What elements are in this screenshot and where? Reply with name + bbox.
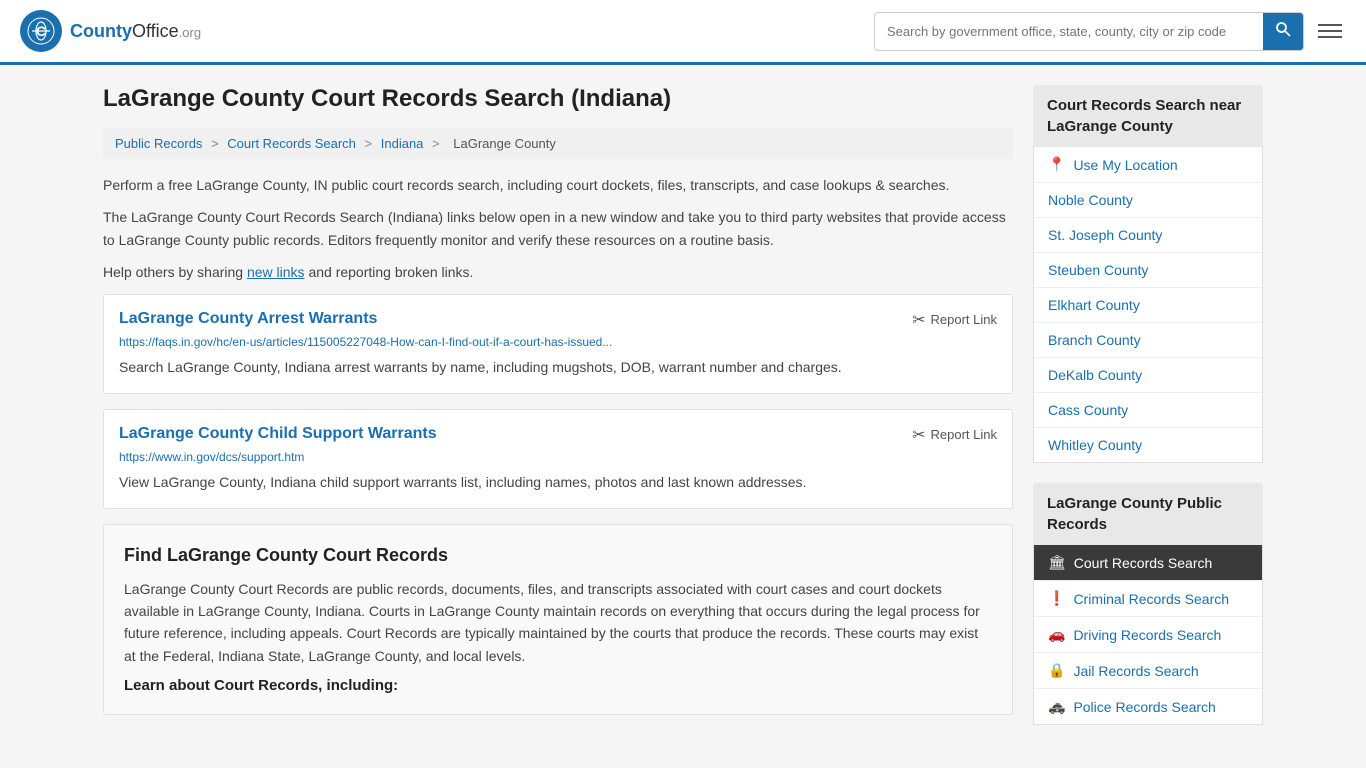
- intro-paragraph-3: Help others by sharing new links and rep…: [103, 261, 1013, 283]
- intro-paragraph-1: Perform a free LaGrange County, IN publi…: [103, 174, 1013, 196]
- public-records-section: LaGrange County Public Records 🏛 Court R…: [1033, 483, 1263, 725]
- breadcrumb-court-records-search[interactable]: Court Records Search: [227, 136, 356, 151]
- site-header: C CountyOffice.org: [0, 0, 1366, 65]
- breadcrumb-lagrange-county: LaGrange County: [453, 136, 556, 151]
- police-icon: 🚓: [1048, 698, 1065, 715]
- nearby-county-whitley[interactable]: Whitley County: [1034, 428, 1262, 462]
- pub-rec-criminal[interactable]: ❗ Criminal Records Search: [1034, 581, 1262, 617]
- location-icon: 📍: [1048, 156, 1065, 173]
- learn-heading: Learn about Court Records, including:: [124, 677, 992, 694]
- use-location-link[interactable]: Use My Location: [1073, 157, 1177, 173]
- public-records-heading: LaGrange County Public Records: [1033, 483, 1263, 545]
- jail-records-link[interactable]: Jail Records Search: [1073, 663, 1198, 679]
- driving-icon: 🚗: [1048, 626, 1065, 643]
- record-item-2: LaGrange County Child Support Warrants ✂…: [103, 409, 1013, 509]
- record-url-1: https://faqs.in.gov/hc/en-us/articles/11…: [119, 335, 997, 349]
- court-icon: 🏛: [1048, 554, 1066, 571]
- nearby-county-cass[interactable]: Cass County: [1034, 393, 1262, 428]
- cass-county-link[interactable]: Cass County: [1048, 402, 1128, 418]
- noble-county-link[interactable]: Noble County: [1048, 192, 1133, 208]
- record-url-2: https://www.in.gov/dcs/support.htm: [119, 450, 997, 464]
- elkhart-county-link[interactable]: Elkhart County: [1048, 297, 1140, 313]
- steuben-county-link[interactable]: Steuben County: [1048, 262, 1148, 278]
- record-title-1: LaGrange County Arrest Warrants: [119, 310, 377, 328]
- menu-button[interactable]: [1314, 20, 1346, 42]
- page-title: LaGrange County Court Records Search (In…: [103, 85, 1013, 113]
- breadcrumb-public-records[interactable]: Public Records: [115, 136, 202, 151]
- nearby-county-branch[interactable]: Branch County: [1034, 323, 1262, 358]
- criminal-records-link[interactable]: Criminal Records Search: [1073, 591, 1229, 607]
- nearby-county-list: 📍 Use My Location Noble County St. Josep…: [1033, 147, 1263, 463]
- pub-rec-jail[interactable]: 🔒 Jail Records Search: [1034, 653, 1262, 689]
- report-icon-2: ✂: [912, 425, 925, 445]
- main-container: LaGrange County Court Records Search (In…: [83, 65, 1283, 765]
- sidebar: Court Records Search near LaGrange Count…: [1033, 85, 1263, 745]
- pub-rec-court-records[interactable]: 🏛 Court Records Search: [1034, 545, 1262, 581]
- jail-icon: 🔒: [1048, 662, 1065, 679]
- record-link-2[interactable]: LaGrange County Child Support Warrants: [119, 425, 437, 442]
- find-records-section: Find LaGrange County Court Records LaGra…: [103, 524, 1013, 716]
- report-link-1[interactable]: ✂ Report Link: [912, 310, 997, 330]
- nearby-county-dekalb[interactable]: DeKalb County: [1034, 358, 1262, 393]
- new-links-link[interactable]: new links: [247, 264, 305, 280]
- driving-records-link[interactable]: Driving Records Search: [1073, 627, 1221, 643]
- use-location-item[interactable]: 📍 Use My Location: [1034, 147, 1262, 183]
- nearby-county-elkhart[interactable]: Elkhart County: [1034, 288, 1262, 323]
- pub-rec-driving[interactable]: 🚗 Driving Records Search: [1034, 617, 1262, 653]
- search-bar: [874, 12, 1304, 51]
- st-joseph-county-link[interactable]: St. Joseph County: [1048, 227, 1162, 243]
- search-button[interactable]: [1263, 13, 1303, 50]
- report-icon-1: ✂: [912, 310, 925, 330]
- nearby-section: Court Records Search near LaGrange Count…: [1033, 85, 1263, 463]
- nearby-county-steuben[interactable]: Steuben County: [1034, 253, 1262, 288]
- intro-paragraph-2: The LaGrange County Court Records Search…: [103, 206, 1013, 251]
- record-desc-2: View LaGrange County, Indiana child supp…: [119, 472, 997, 493]
- logo-text: CountyOffice.org: [70, 21, 201, 42]
- report-link-2[interactable]: ✂ Report Link: [912, 425, 997, 445]
- find-section-heading: Find LaGrange County Court Records: [124, 545, 992, 566]
- content-area: LaGrange County Court Records Search (In…: [103, 85, 1013, 745]
- nearby-county-st-joseph[interactable]: St. Joseph County: [1034, 218, 1262, 253]
- record-item-1: LaGrange County Arrest Warrants ✂ Report…: [103, 294, 1013, 394]
- court-records-link[interactable]: Court Records Search: [1074, 555, 1213, 571]
- record-title-2: LaGrange County Child Support Warrants: [119, 425, 437, 443]
- breadcrumb: Public Records > Court Records Search > …: [103, 128, 1013, 159]
- logo-area: C CountyOffice.org: [20, 10, 201, 52]
- nearby-heading: Court Records Search near LaGrange Count…: [1033, 85, 1263, 147]
- whitley-county-link[interactable]: Whitley County: [1048, 437, 1142, 453]
- breadcrumb-indiana[interactable]: Indiana: [381, 136, 424, 151]
- pub-rec-police[interactable]: 🚓 Police Records Search: [1034, 689, 1262, 724]
- criminal-icon: ❗: [1048, 590, 1065, 607]
- branch-county-link[interactable]: Branch County: [1048, 332, 1141, 348]
- public-records-list: 🏛 Court Records Search ❗ Criminal Record…: [1033, 545, 1263, 725]
- police-records-link[interactable]: Police Records Search: [1073, 699, 1215, 715]
- nearby-county-noble[interactable]: Noble County: [1034, 183, 1262, 218]
- search-input[interactable]: [875, 16, 1263, 47]
- find-section-body: LaGrange County Court Records are public…: [124, 578, 992, 668]
- logo-icon: C: [20, 10, 62, 52]
- dekalb-county-link[interactable]: DeKalb County: [1048, 367, 1142, 383]
- record-desc-1: Search LaGrange County, Indiana arrest w…: [119, 357, 997, 378]
- record-link-1[interactable]: LaGrange County Arrest Warrants: [119, 310, 377, 327]
- header-right: [874, 12, 1346, 51]
